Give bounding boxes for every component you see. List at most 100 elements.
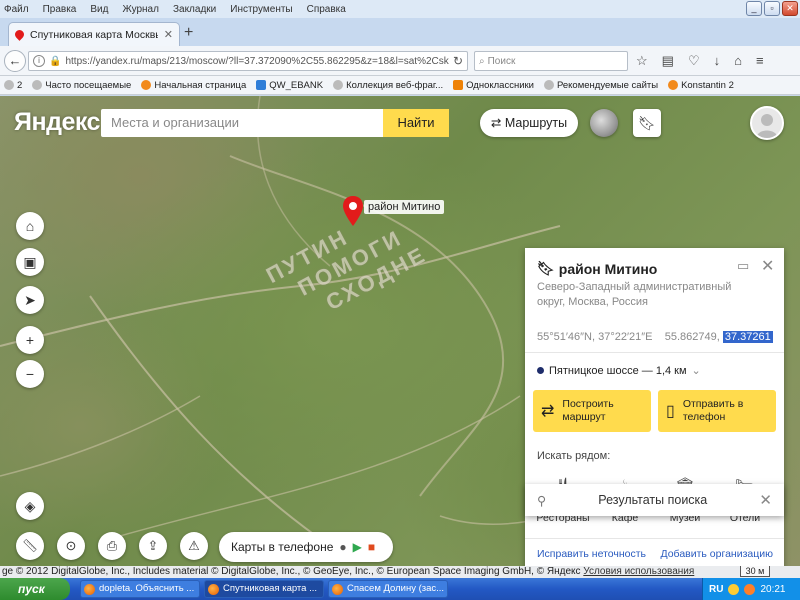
- close-results-icon[interactable]: ✕: [759, 491, 772, 509]
- taskbar-item-yandex-maps[interactable]: Спутниковая карта ...: [204, 580, 324, 598]
- terms-link[interactable]: Условия использования: [583, 566, 694, 577]
- menu-history[interactable]: Журнал: [122, 4, 159, 15]
- close-tab-icon[interactable]: ✕: [164, 28, 173, 41]
- nearest-metro[interactable]: Пятницкое шоссе — 1,4 км ⌄: [537, 364, 701, 377]
- bookmark-konstantin[interactable]: Konstantin 2: [668, 80, 734, 91]
- send-to-phone-button[interactable]: ▯ Отправить в телефон: [658, 390, 776, 432]
- plus-icon: +: [25, 332, 35, 348]
- menu-tools[interactable]: Инструменты: [230, 4, 292, 15]
- ruler-button[interactable]: 📏︎: [16, 532, 44, 560]
- panorama-button[interactable]: ⊙: [57, 532, 85, 560]
- routes-button[interactable]: ⇄ Маршруты: [480, 109, 578, 137]
- build-route-button[interactable]: ⇄ Построить маршрут: [533, 390, 651, 432]
- start-button[interactable]: пуск: [0, 578, 70, 600]
- restore-button[interactable]: ▫: [764, 1, 780, 16]
- menu-view[interactable]: Вид: [90, 4, 108, 15]
- menu-file[interactable]: Файл: [4, 4, 29, 15]
- printer-icon: ⎙: [106, 538, 118, 553]
- card-address: Северо-Западный административный округ, …: [537, 281, 732, 308]
- add-organization-link[interactable]: Добавить организацию: [660, 548, 773, 560]
- coords-lon[interactable]: 37.37261: [722, 331, 773, 343]
- menu-help[interactable]: Справка: [307, 4, 346, 15]
- globe-icon: [543, 80, 554, 90]
- system-tray: RU 20:21: [702, 578, 800, 600]
- minus-icon: −: [25, 366, 35, 382]
- url-text[interactable]: https://yandex.ru/maps/213/moscow/?ll=37…: [65, 56, 448, 67]
- send-to-phone-label: Отправить в телефон: [682, 398, 744, 423]
- geolocation-button[interactable]: ➤: [16, 286, 44, 314]
- card-links: Исправить неточность Добавить организаци…: [537, 548, 773, 560]
- taskbar-item-dolina[interactable]: Спасем Долину (зас...: [328, 580, 448, 598]
- reload-icon[interactable]: ↻: [453, 54, 463, 68]
- reading-list-icon[interactable]: ▤: [662, 53, 674, 69]
- app-promo-button[interactable]: Карты в телефоне ● ▶ ■: [219, 532, 393, 562]
- warning-icon: ⚠: [188, 538, 200, 553]
- zoom-out-button[interactable]: −: [16, 360, 44, 388]
- bookmark-start-page[interactable]: Начальная страница: [141, 80, 246, 91]
- print-button[interactable]: ⎙: [98, 532, 126, 560]
- home-location-button[interactable]: ⌂: [16, 212, 44, 240]
- map-layer-toggle[interactable]: [590, 109, 618, 137]
- windows-taskbar: пуск dopleta. Объяснить ... Спутниковая …: [0, 578, 800, 600]
- fix-inaccuracy-link[interactable]: Исправить неточность: [537, 548, 646, 560]
- bookmark-icon[interactable]: 🔖︎: [537, 260, 555, 277]
- search-results-title[interactable]: Результаты поиска: [546, 493, 759, 507]
- app-promo-label: Карты в телефоне: [231, 540, 334, 554]
- menu-edit[interactable]: Правка: [43, 4, 77, 15]
- layers-button[interactable]: ◈: [16, 492, 44, 520]
- collapse-icon[interactable]: ▭: [737, 258, 749, 274]
- firefox-icon: [332, 584, 343, 595]
- tab-title: Спутниковая карта Москвы...: [30, 28, 158, 41]
- bookmark-most-visited[interactable]: Часто посещаемые: [32, 80, 131, 91]
- bookmark-web-slices[interactable]: Коллекция веб-фраг...: [333, 80, 443, 91]
- apple-icon: ●: [339, 540, 347, 554]
- download-icon[interactable]: ↓: [714, 53, 721, 69]
- tab-strip: Спутниковая карта Москвы... ✕ +: [0, 18, 800, 46]
- yandex-logo[interactable]: Яндекс: [14, 108, 100, 137]
- taskbar-item-dopleta[interactable]: dopleta. Объяснить ...: [80, 580, 200, 598]
- bookmark-recommended[interactable]: Рекомендуемые сайты: [543, 80, 658, 91]
- work-location-button[interactable]: ▣: [16, 248, 44, 276]
- nearby-label: Искать рядом:: [537, 450, 611, 462]
- copyright-text: ge © 2012 DigitalGlobe, Inc., Includes m…: [2, 566, 581, 577]
- bookmarks-button[interactable]: 🔖︎: [633, 109, 661, 137]
- share-button[interactable]: ⇪: [139, 532, 167, 560]
- star-icon[interactable]: ☆: [636, 53, 648, 69]
- close-card-icon[interactable]: ✕: [761, 256, 774, 276]
- back-button[interactable]: ←: [4, 50, 26, 72]
- home-icon[interactable]: ⌂: [734, 53, 742, 69]
- minimize-button[interactable]: _: [746, 1, 762, 16]
- navigation-bar: ← i 🔒 https://yandex.ru/maps/213/moscow/…: [0, 46, 800, 76]
- tray-app-icon[interactable]: [728, 583, 740, 595]
- new-tab-button[interactable]: +: [184, 24, 193, 42]
- map-search-input[interactable]: Места и организации: [101, 109, 383, 137]
- map-bottom-tools: 📏︎ ⊙ ⎙ ⇪ ⚠: [16, 532, 208, 560]
- bank-icon: [256, 80, 267, 90]
- coords-dms[interactable]: 55°51′46″N, 37°22′21″E: [537, 331, 653, 343]
- clock[interactable]: 20:21: [760, 584, 785, 595]
- firefox-icon: [208, 584, 219, 595]
- bookmark-odnoklassniki[interactable]: Одноклассники: [453, 80, 534, 91]
- tray-app-icon[interactable]: [744, 583, 756, 595]
- find-button[interactable]: Найти: [383, 109, 449, 137]
- browser-search-box[interactable]: ⌕ Поиск: [474, 51, 628, 71]
- zoom-in-button[interactable]: +: [16, 326, 44, 354]
- bookmark-counter[interactable]: 2: [4, 80, 22, 91]
- metro-text: Пятницкое шоссе — 1,4 км: [549, 364, 687, 377]
- menu-bookmarks[interactable]: Закладки: [173, 4, 216, 15]
- tab-yandex-maps[interactable]: Спутниковая карта Москвы... ✕: [8, 22, 180, 46]
- hamburger-menu-icon[interactable]: ≡: [756, 53, 764, 69]
- url-bar[interactable]: i 🔒 https://yandex.ru/maps/213/moscow/?l…: [28, 51, 468, 71]
- pocket-icon[interactable]: ♡: [688, 53, 700, 69]
- language-indicator[interactable]: RU: [709, 584, 723, 595]
- info-icon[interactable]: i: [33, 55, 45, 67]
- satellite-map[interactable]: Яндекс Места и организации Найти ⇄ Маршр…: [0, 96, 800, 566]
- traffic-button[interactable]: ⚠: [180, 532, 208, 560]
- close-window-button[interactable]: ✕: [782, 1, 798, 16]
- share-icon: ⇪: [147, 538, 159, 553]
- map-copyright: ge © 2012 DigitalGlobe, Inc., Includes m…: [0, 566, 800, 578]
- coords-lat[interactable]: 55.862749,: [665, 331, 720, 343]
- build-route-label: Построить маршрут: [562, 398, 614, 423]
- user-avatar[interactable]: [750, 106, 784, 140]
- bookmark-qw-ebank[interactable]: QW_EBANK: [256, 80, 323, 91]
